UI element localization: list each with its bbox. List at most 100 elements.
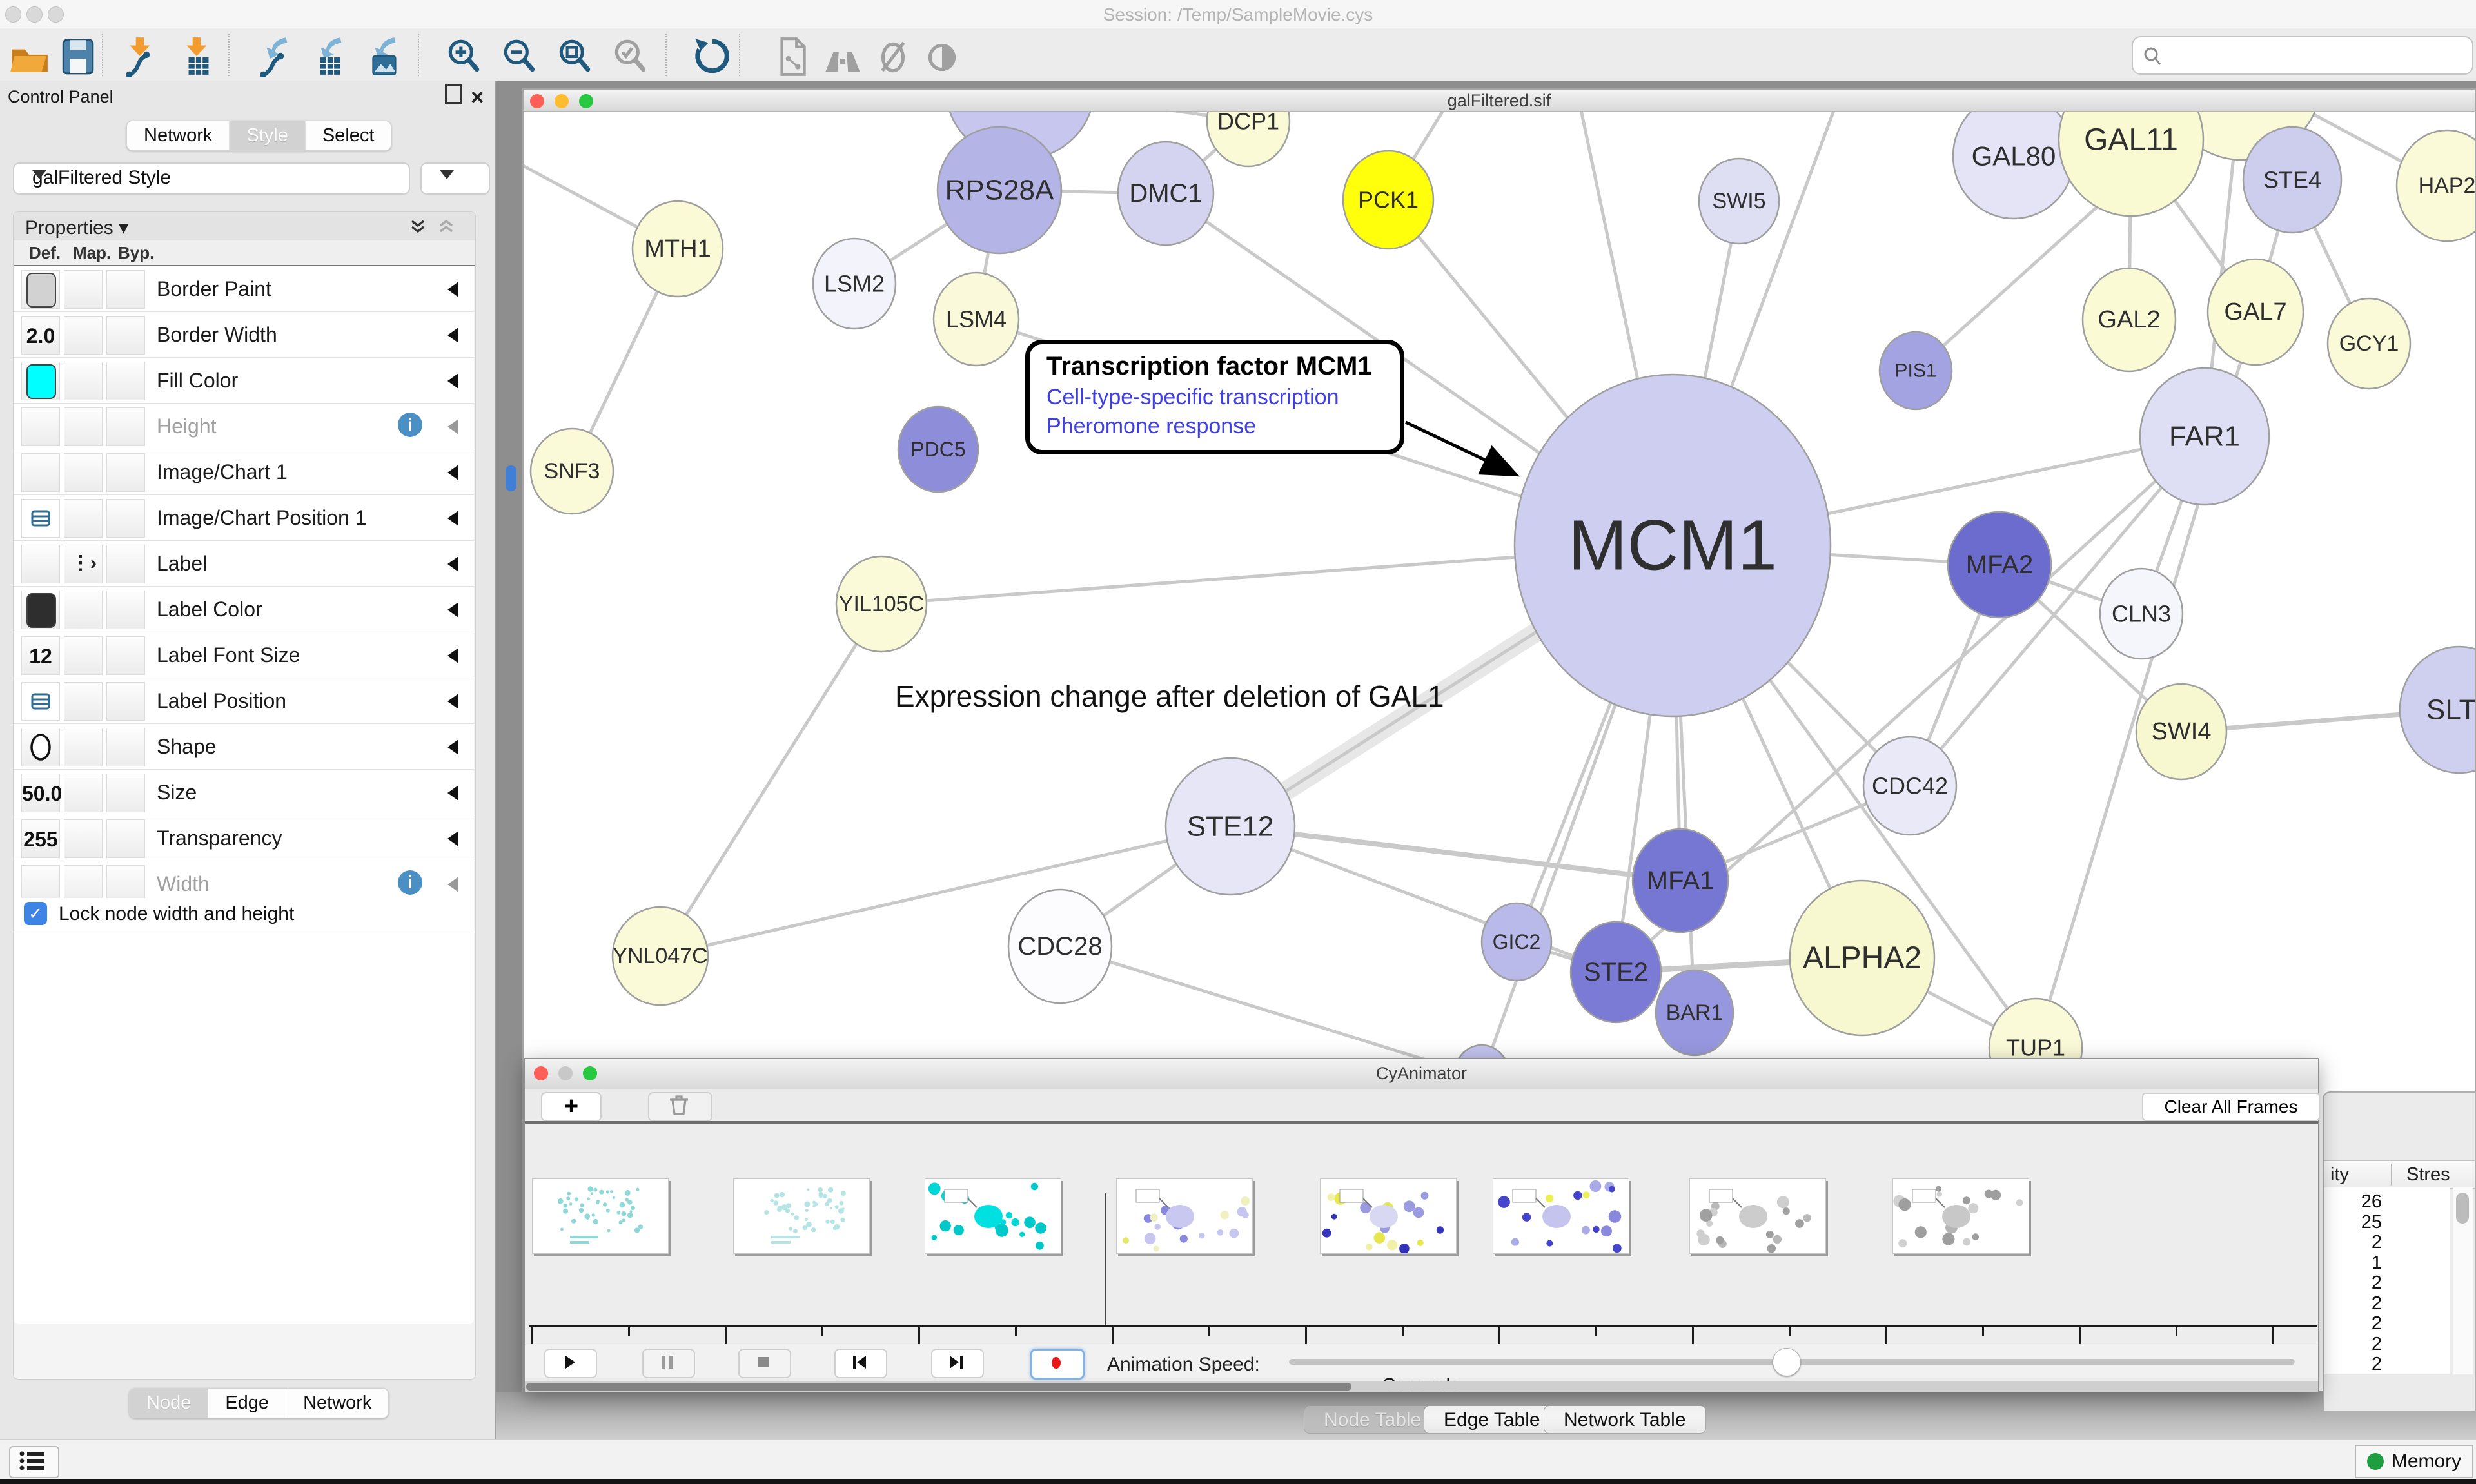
default-value-cell[interactable] [21, 453, 60, 492]
property-row-border-width[interactable]: 2.0 Border Width [14, 312, 474, 358]
network-node-ste12[interactable]: STE12 [1166, 758, 1295, 895]
mapping-cell[interactable] [64, 270, 103, 309]
network-node-alpha2[interactable]: ALPHA2 [1790, 881, 1934, 1035]
default-value-cell[interactable]: 255 [21, 819, 60, 858]
tab-style[interactable]: Style [230, 121, 305, 150]
annotation-link[interactable]: Pheromone response [1046, 414, 1400, 439]
network-node-mcm1[interactable]: MCM1 [1515, 375, 1831, 716]
default-value-cell[interactable] [21, 728, 60, 766]
property-row-height[interactable]: Height i [14, 404, 474, 449]
zoom-in-icon[interactable] [444, 36, 485, 77]
network-node-bar1[interactable]: BAR1 [1656, 970, 1733, 1055]
import-network-icon[interactable] [121, 36, 162, 77]
default-value-cell[interactable]: 50.0 [21, 774, 60, 812]
tab-select[interactable]: Select [306, 121, 391, 150]
network-node-gal80[interactable]: GAL80 [1953, 112, 2074, 219]
panel-grip[interactable] [506, 465, 516, 491]
expand-arrow-icon[interactable] [447, 648, 458, 663]
close-panel-icon[interactable]: ✕ [470, 87, 485, 108]
mapping-cell[interactable] [64, 453, 103, 492]
tab-network-table[interactable]: Network Table [1544, 1405, 1706, 1434]
pause-button[interactable] [642, 1349, 695, 1378]
zoom-out-icon[interactable] [499, 36, 540, 77]
network-node-lsm2[interactable]: LSM2 [813, 239, 896, 329]
table-body[interactable]: 26252122222 [2324, 1187, 2450, 1374]
panel-tab-edge[interactable]: Edge [208, 1389, 286, 1418]
default-value-cell[interactable]: 2.0 [21, 316, 60, 355]
network-node-dmc1[interactable]: DMC1 [1118, 142, 1213, 245]
property-row-border-paint[interactable]: Border Paint [14, 266, 474, 312]
tab-node-table[interactable]: Node Table [1304, 1405, 1441, 1434]
cyanimator-titlebar[interactable]: CyAnimator [525, 1059, 2318, 1089]
network-node-dcp1[interactable]: DCP1 [1207, 112, 1290, 166]
export-table-icon[interactable] [311, 36, 352, 77]
bypass-cell[interactable] [106, 270, 145, 309]
show-graphics-icon[interactable] [922, 36, 963, 77]
mapping-cell[interactable] [64, 728, 103, 766]
tab-network[interactable]: Network [127, 121, 230, 150]
network-node-yil105c[interactable]: YIL105C [836, 556, 927, 652]
export-network-icon[interactable] [257, 36, 298, 77]
info-icon[interactable]: i [398, 413, 422, 437]
table-column-stress[interactable]: Stres [2406, 1164, 2450, 1186]
network-node-lsm4[interactable]: LSM4 [934, 273, 1019, 366]
bypass-cell[interactable] [106, 682, 145, 721]
expand-arrow-icon[interactable] [447, 785, 458, 801]
zoom-selected-icon[interactable] [610, 36, 651, 77]
add-frame-button[interactable]: + [541, 1092, 602, 1122]
frame-thumbnail-7s[interactable] [1892, 1178, 2029, 1254]
network-window-titlebar[interactable]: galFiltered.sif [524, 90, 2475, 112]
network-node-ste2[interactable]: STE2 [1571, 922, 1661, 1022]
frame-thumbnail-5s[interactable] [1493, 1178, 1629, 1254]
network-caption[interactable]: Expression change after deletion of GAL1 [895, 679, 1444, 714]
annotation-box[interactable]: Transcription factor MCM1 Cell-type-spec… [1025, 340, 1404, 454]
style-selector[interactable]: galFiltered Style [13, 162, 410, 195]
expand-arrow-icon[interactable] [447, 739, 458, 755]
expand-arrow-icon[interactable] [447, 556, 458, 572]
property-row-shape[interactable]: Shape [14, 724, 474, 770]
info-icon[interactable]: i [398, 870, 422, 895]
default-value-cell[interactable] [21, 591, 60, 629]
network-node-pck1[interactable]: PCK1 [1343, 151, 1433, 249]
network-node-mfa1[interactable]: MFA1 [1633, 829, 1728, 932]
network-node-slt2[interactable]: SLT2 [2400, 647, 2475, 773]
expand-arrow-icon[interactable] [447, 877, 458, 892]
network-node-rps28a[interactable]: RPS28A [938, 127, 1061, 253]
network-node-far1[interactable]: FAR1 [2140, 368, 2269, 505]
mapping-cell[interactable] [64, 774, 103, 812]
horizontal-scrollbar[interactable] [525, 1381, 2318, 1392]
default-value-cell[interactable] [21, 682, 60, 721]
expand-arrow-icon[interactable] [447, 465, 458, 480]
default-value-cell[interactable]: 12 [21, 636, 60, 675]
search-input[interactable] [2172, 41, 2458, 68]
network-node-gic2[interactable]: GIC2 [1482, 903, 1551, 981]
bypass-cell[interactable] [106, 407, 145, 446]
network-node-gcy1[interactable]: GCY1 [2328, 298, 2410, 389]
tab-edge-table[interactable]: Edge Table [1424, 1405, 1560, 1434]
scrollbar-thumb[interactable] [2456, 1193, 2469, 1224]
speed-slider[interactable] [1289, 1359, 2295, 1365]
save-icon[interactable] [57, 36, 98, 77]
network-node-ynl047c[interactable]: YNL047C [613, 907, 708, 1005]
property-row-fill-color[interactable]: Fill Color [14, 358, 474, 404]
property-row-label[interactable]: ⋮› Label [14, 541, 474, 587]
bypass-cell[interactable] [106, 453, 145, 492]
refresh-icon[interactable] [691, 36, 732, 77]
lock-checkbox[interactable]: ✓ [24, 902, 47, 925]
bypass-cell[interactable] [106, 728, 145, 766]
network-node-swi4[interactable]: SWI4 [2136, 684, 2226, 779]
bypass-cell[interactable] [106, 819, 145, 858]
mapping-cell[interactable] [64, 682, 103, 721]
import-table-icon[interactable] [178, 36, 219, 77]
expand-arrow-icon[interactable] [447, 602, 458, 618]
playhead[interactable] [1105, 1193, 1106, 1325]
network-node-gal7[interactable]: GAL7 [2208, 259, 2303, 365]
scrollbar-thumb[interactable] [526, 1383, 1351, 1391]
frame-thumbnail-0s[interactable] [532, 1178, 669, 1254]
table-scrollbar[interactable] [2453, 1187, 2473, 1374]
delete-frame-button[interactable] [648, 1092, 712, 1122]
network-node-pdc5[interactable]: PDC5 [898, 407, 978, 492]
binoculars-icon[interactable] [823, 36, 864, 77]
network-node-swi5[interactable]: SWI5 [1699, 159, 1779, 244]
default-value-cell[interactable] [21, 362, 60, 400]
